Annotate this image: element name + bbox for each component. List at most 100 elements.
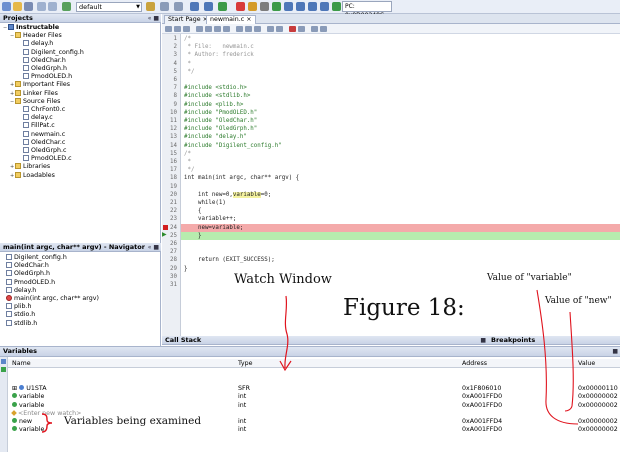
code-line[interactable]: int new=0,variable=0;: [184, 191, 271, 199]
save-all-icon[interactable]: [24, 2, 33, 11]
comment-icon[interactable]: [311, 26, 318, 32]
line-number[interactable]: 31: [162, 281, 177, 289]
variable-row[interactable]: variable int 0xA001FFD0 0x00000002: [8, 426, 620, 434]
code-line[interactable]: *: [184, 158, 191, 166]
line-number[interactable]: 18: [162, 174, 177, 182]
line-number[interactable]: 6: [162, 76, 178, 84]
line-number[interactable]: 7: [162, 84, 178, 92]
navigator-item[interactable]: OledChar.h: [6, 262, 49, 270]
column-header-value[interactable]: Value: [578, 359, 595, 368]
code-line[interactable]: #include "delay.h": [184, 133, 247, 141]
line-number[interactable]: 22: [162, 207, 177, 215]
reset-icon[interactable]: [260, 2, 269, 11]
line-number[interactable]: 21: [162, 199, 177, 207]
shift-right-icon[interactable]: [276, 26, 283, 32]
code-line[interactable]: {: [184, 207, 202, 215]
breakpoint-marker-icon[interactable]: [163, 224, 168, 230]
read-device-icon[interactable]: [204, 2, 213, 11]
open-project-icon[interactable]: [13, 2, 22, 11]
code-line[interactable]: *: [184, 60, 191, 68]
project-tree-item[interactable]: OledGrph.h: [18, 65, 67, 73]
project-tree-item[interactable]: PmodOLED.c: [18, 155, 72, 163]
code-line[interactable]: /*: [184, 35, 191, 43]
stop-macro-icon[interactable]: [298, 26, 305, 32]
line-number[interactable]: 29: [162, 265, 177, 273]
code-line[interactable]: #include "OledChar.h": [184, 117, 257, 125]
navigator-item[interactable]: stdlib.h: [6, 319, 37, 328]
redo-icon[interactable]: [48, 2, 57, 11]
make-icon[interactable]: [174, 2, 183, 11]
shift-left-icon[interactable]: [267, 26, 274, 32]
code-line[interactable]: * Author: frederick: [184, 51, 253, 59]
back-icon[interactable]: [165, 26, 172, 32]
line-number[interactable]: 19: [162, 183, 177, 191]
watch-options-icon[interactable]: [1, 367, 6, 372]
config-select[interactable]: default ▼: [76, 2, 142, 12]
history-icon[interactable]: [183, 26, 190, 32]
code-line[interactable]: return (EXIT_SUCCESS);: [184, 256, 275, 264]
variable-row[interactable]: variable int 0xA001FFD0 0x00000002: [8, 393, 620, 401]
code-line[interactable]: */: [184, 68, 194, 76]
toggle-highlight-icon[interactable]: [223, 26, 230, 32]
tab-start-page[interactable]: Start Page ×: [164, 15, 212, 24]
record-macro-icon[interactable]: [289, 26, 296, 32]
navigator-item[interactable]: plib.h: [6, 303, 32, 311]
project-tree-item[interactable]: + Libraries: [10, 163, 50, 171]
column-header-type[interactable]: Type: [238, 359, 252, 368]
forward-icon[interactable]: [174, 26, 181, 32]
continue-icon[interactable]: [272, 2, 281, 11]
navigator-item[interactable]: OledGrph.h: [6, 270, 50, 278]
project-tree-item[interactable]: newmain.c: [18, 130, 65, 139]
step-over-icon[interactable]: [284, 2, 293, 11]
code-line[interactable]: #include <stdlib.h>: [184, 92, 250, 100]
clean-build-icon[interactable]: [160, 2, 169, 11]
new-project-icon[interactable]: [2, 2, 11, 11]
panel-controls-icon[interactable]: ■: [480, 336, 486, 345]
code-line[interactable]: /*: [184, 150, 191, 158]
project-tree-item[interactable]: OledChar.c: [18, 138, 65, 147]
code-line[interactable]: #include <stdio.h>: [184, 84, 247, 92]
find-icon[interactable]: [196, 26, 203, 32]
pause-icon[interactable]: [248, 2, 257, 11]
line-number[interactable]: 2: [162, 43, 178, 51]
line-number[interactable]: 11: [162, 117, 177, 125]
run-to-cursor-icon[interactable]: [320, 2, 329, 11]
code-line[interactable]: }: [184, 265, 188, 273]
line-number[interactable]: 16: [162, 158, 177, 166]
watch-add-icon[interactable]: [1, 359, 6, 364]
bookmark-icon[interactable]: [236, 26, 243, 32]
line-number[interactable]: 17: [162, 166, 177, 174]
line-number[interactable]: 12: [162, 125, 177, 133]
find-next-icon[interactable]: [214, 26, 221, 32]
close-icon[interactable]: ×: [246, 16, 251, 23]
undo-icon[interactable]: [37, 2, 46, 11]
uncomment-icon[interactable]: [320, 26, 327, 32]
build-icon[interactable]: [146, 2, 155, 11]
line-number[interactable]: 23: [162, 215, 177, 223]
navigator-item[interactable]: PmodOLED.h: [6, 278, 55, 287]
column-header-name[interactable]: Name: [12, 359, 31, 368]
code-line[interactable]: while(1): [184, 199, 226, 207]
code-line[interactable]: }: [184, 232, 202, 240]
line-number-gutter[interactable]: 1 2 3 4 5 6 7 8 9 10 11 12 13 14 15 16 17 18 19 20 21 22 23 24 2…: [162, 34, 181, 336]
variable-row[interactable]: ⊞ U1STA SFR 0x1F806010 0x00000110: [8, 385, 620, 393]
code-line[interactable]: #include "OledGrph.h": [184, 125, 257, 133]
variable-row[interactable]: variable int 0xA001FFD0 0x00000002: [8, 402, 620, 410]
navigator-item[interactable]: stdio.h: [6, 311, 35, 319]
project-tree-item[interactable]: − Source Files: [10, 97, 60, 106]
navigator-item[interactable]: delay.h: [6, 286, 36, 295]
set-pc-icon[interactable]: [332, 2, 341, 11]
project-tree-item[interactable]: FillPat.c: [18, 122, 55, 130]
call-stack-tab[interactable]: Call Stack ■: [162, 336, 488, 345]
project-tree-item[interactable]: Digilent_config.h: [18, 48, 84, 57]
program-device-icon[interactable]: [190, 2, 199, 11]
project-tree-item[interactable]: + Linker Files: [10, 89, 58, 98]
line-number[interactable]: 27: [162, 248, 177, 256]
line-number[interactable]: 3: [162, 51, 178, 59]
project-tree-item[interactable]: OledChar.h: [18, 56, 66, 65]
line-number[interactable]: 20: [162, 191, 177, 199]
navigator-item[interactable]: main(int argc, char** argv): [6, 295, 99, 303]
project-tree-item[interactable]: − Instructable: [3, 24, 59, 32]
panel-controls-icon[interactable]: « ■: [148, 14, 159, 23]
code-line[interactable]: variable++;: [184, 215, 236, 223]
